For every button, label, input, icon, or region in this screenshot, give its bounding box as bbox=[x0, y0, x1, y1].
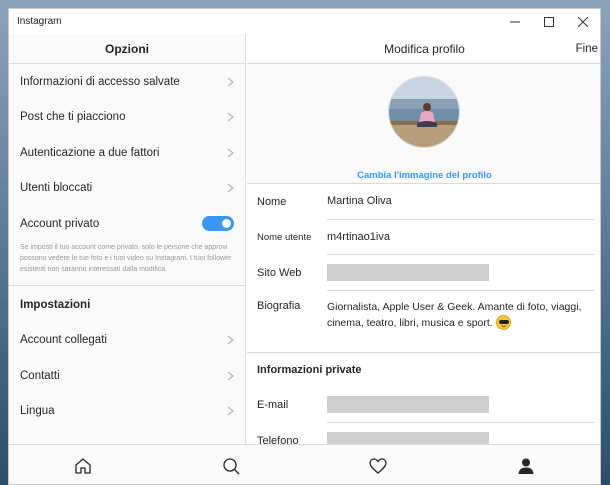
redacted-value bbox=[327, 431, 489, 444]
minimize-button[interactable] bbox=[498, 9, 532, 34]
edit-profile-header: Modifica profilo Fine bbox=[247, 34, 600, 64]
chevron-right-icon bbox=[227, 77, 234, 87]
change-photo-link[interactable]: Cambia l'immagine del profilo bbox=[247, 170, 600, 181]
maximize-button[interactable] bbox=[532, 9, 566, 34]
chevron-right-icon bbox=[227, 183, 234, 193]
menu-item-saved-login[interactable]: Informazioni di accesso salvate bbox=[9, 64, 245, 100]
menu-item-contacts[interactable]: Contatti bbox=[9, 358, 245, 394]
chevron-right-icon bbox=[227, 112, 234, 122]
chevron-right-icon bbox=[227, 148, 234, 158]
instagram-window: Instagram Opzioni Informazioni di access… bbox=[8, 8, 601, 485]
bio-input[interactable]: Giornalista, Apple User & Geek. Amante d… bbox=[319, 291, 600, 331]
phone-label: Telefono bbox=[257, 434, 299, 444]
private-info-title: Informazioni private bbox=[257, 364, 362, 376]
chevron-right-icon bbox=[227, 371, 234, 381]
minimize-icon bbox=[510, 21, 520, 22]
toggle-knob bbox=[222, 219, 231, 229]
private-account-toggle[interactable] bbox=[202, 216, 234, 232]
username-label: Nome utente bbox=[257, 231, 312, 243]
profile-avatar[interactable] bbox=[388, 76, 460, 148]
name-field-row: Nome Martina Oliva bbox=[247, 184, 600, 220]
private-account-label: Account privato bbox=[20, 217, 100, 230]
menu-item-liked-posts[interactable]: Post che ti piacciono bbox=[9, 100, 245, 136]
chevron-right-icon bbox=[227, 335, 234, 345]
settings-section-title: Impostazioni bbox=[20, 299, 91, 311]
website-field-row: Sito Web bbox=[247, 255, 600, 291]
sunglasses-emoji-icon bbox=[495, 315, 511, 331]
email-input[interactable] bbox=[327, 388, 594, 423]
options-header: Opzioni bbox=[9, 34, 245, 64]
menu-item-label: Informazioni di accesso salvate bbox=[20, 75, 180, 88]
menu-item-label: Utenti bloccati bbox=[20, 182, 93, 195]
redacted-value bbox=[327, 396, 489, 414]
options-panel: Opzioni Informazioni di accesso salvate … bbox=[9, 34, 246, 444]
username-input[interactable]: m4rtinao1iva bbox=[327, 220, 594, 255]
tab-search[interactable] bbox=[157, 445, 305, 484]
email-field-row: E-mail bbox=[247, 388, 600, 423]
phone-field-row: Telefono bbox=[247, 423, 600, 444]
profile-photo bbox=[389, 77, 459, 147]
menu-item-label: Account collegati bbox=[20, 334, 107, 347]
bio-field-row: Biografia Giornalista, Apple User & Geek… bbox=[247, 291, 600, 353]
email-label: E-mail bbox=[257, 399, 289, 412]
menu-item-label: Post che ti piacciono bbox=[20, 111, 126, 124]
chevron-right-icon bbox=[227, 406, 234, 416]
title-bar: Instagram bbox=[9, 9, 600, 34]
menu-item-language[interactable]: Lingua bbox=[9, 394, 245, 430]
menu-item-blocked-users[interactable]: Utenti bloccati bbox=[9, 171, 245, 207]
avatar-section: Cambia l'immagine del profilo bbox=[247, 64, 600, 184]
bottom-tab-bar bbox=[9, 444, 600, 484]
tab-profile[interactable] bbox=[452, 445, 600, 484]
bio-label: Biografia bbox=[257, 299, 301, 312]
private-account-note: Se imposti il tuo account come privato, … bbox=[9, 242, 245, 286]
username-field-row: Nome utente m4rtinao1iva bbox=[247, 220, 600, 255]
menu-item-label: Lingua bbox=[20, 405, 55, 418]
website-label: Sito Web bbox=[257, 266, 302, 279]
edit-profile-title: Modifica profilo bbox=[384, 41, 465, 56]
bio-text: Giornalista, Apple User & Geek. Amante d… bbox=[327, 300, 582, 329]
tab-activity[interactable] bbox=[305, 445, 453, 484]
menu-item-label: Contatti bbox=[20, 369, 60, 382]
maximize-icon bbox=[544, 16, 554, 27]
private-account-row: Account privato bbox=[9, 206, 245, 242]
home-icon bbox=[75, 457, 91, 474]
redacted-value bbox=[327, 263, 489, 281]
close-icon bbox=[578, 16, 588, 27]
heart-icon bbox=[369, 457, 388, 474]
done-button[interactable]: Fine bbox=[576, 43, 598, 55]
search-icon bbox=[222, 457, 240, 474]
website-input[interactable] bbox=[327, 255, 594, 291]
menu-item-two-factor[interactable]: Autenticazione a due fattori bbox=[9, 135, 245, 171]
window-title: Instagram bbox=[17, 16, 62, 27]
profile-icon bbox=[518, 458, 534, 474]
phone-input[interactable] bbox=[327, 423, 594, 444]
close-button[interactable] bbox=[566, 9, 600, 34]
menu-item-linked-accounts[interactable]: Account collegati bbox=[9, 323, 245, 359]
tab-home[interactable] bbox=[9, 445, 157, 484]
name-label: Nome bbox=[257, 195, 287, 208]
edit-profile-panel: Modifica profilo Fine Cambia l'immagine … bbox=[247, 34, 600, 444]
name-input[interactable]: Martina Oliva bbox=[327, 184, 594, 220]
menu-item-label: Autenticazione a due fattori bbox=[20, 146, 160, 159]
